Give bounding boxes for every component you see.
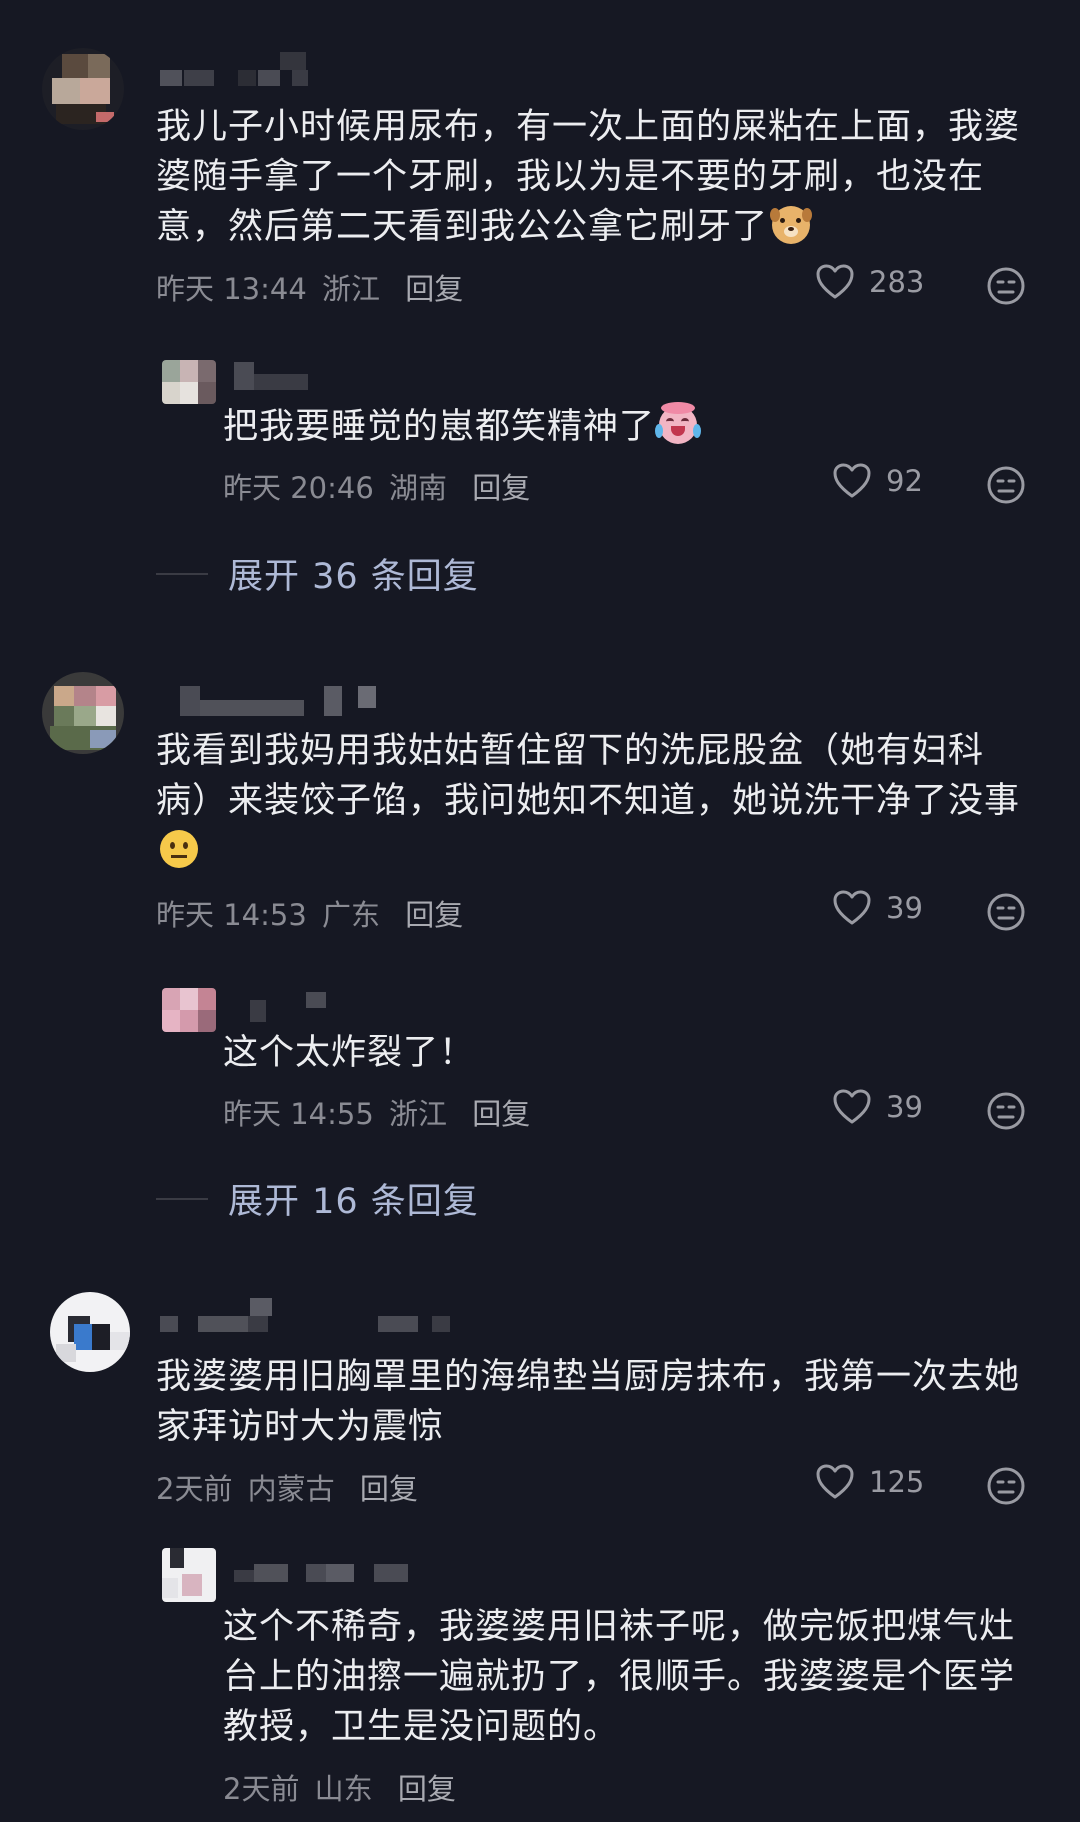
like-button[interactable]: 125 [815, 1463, 924, 1501]
reply-button[interactable]: 回复 [360, 1472, 418, 1506]
comment-time: 昨天 13:44 [156, 272, 307, 306]
meh-face-icon[interactable] [986, 266, 1026, 306]
laughing-crying-emoji [655, 402, 702, 444]
like-count: 125 [869, 1465, 925, 1499]
comment-location: 广东 [322, 898, 381, 932]
like-count: 39 [886, 1090, 923, 1124]
reply-username-blurred[interactable] [234, 362, 308, 390]
comment-text: 我看到我妈用我姑姑暂住留下的洗屁股盆（她有妇科病）来装饺子馅，我问她知不知道，她… [156, 726, 1036, 876]
heart-outline-icon [816, 1464, 854, 1499]
expand-replies-button[interactable]: 展开 36 条回复 [156, 548, 479, 599]
comment-text: 我儿子小时候用尿布，有一次上面的屎粘在上面，我婆婆随手拿了一个牙刷，我以为是不要… [156, 107, 1021, 247]
heart-outline-icon [833, 463, 871, 498]
reply-button[interactable]: 回复 [472, 1097, 530, 1131]
expand-replies-label: 展开 16 条回复 [228, 1182, 479, 1222]
comment-meta: 2天前 内蒙古 回复 [156, 1466, 418, 1508]
reply-button[interactable]: 回复 [405, 898, 463, 932]
like-count: 92 [886, 464, 923, 498]
reply-avatar[interactable] [162, 360, 216, 404]
reply-location: 山东 [314, 1772, 373, 1806]
comment-location: 内蒙古 [247, 1472, 335, 1506]
like-button[interactable]: 39 [832, 889, 923, 927]
meh-face-icon[interactable] [986, 1091, 1026, 1131]
comment-time: 昨天 14:53 [156, 898, 307, 932]
neutral-face-emoji [160, 830, 198, 868]
like-button[interactable]: 283 [815, 263, 924, 301]
reply-time: 2天前 [223, 1772, 300, 1806]
reply-username-blurred[interactable] [234, 1564, 454, 1582]
expand-replies-button[interactable]: 展开 16 条回复 [156, 1173, 479, 1224]
username-blurred-top [250, 1298, 272, 1316]
comment-meta: 昨天 14:53 广东 回复 [156, 892, 463, 934]
username-blurred[interactable] [180, 686, 380, 716]
username-blurred[interactable] [160, 70, 310, 86]
comment-time: 2天前 [156, 1472, 233, 1506]
reply-username-blurred[interactable] [250, 992, 330, 1022]
reply-meta: 昨天 14:55 浙江 回复 [223, 1091, 530, 1133]
reply-text: 把我要睡觉的崽都笑精神了 [223, 402, 1033, 452]
expand-divider [156, 1197, 208, 1200]
comment-text: 我婆婆用旧胸罩里的海绵垫当厨房抹布，我第一次去她家拜访时大为震惊 [156, 1357, 1021, 1447]
reply-avatar[interactable] [162, 988, 216, 1032]
reply-meta: 2天前 山东 回复 [223, 1766, 456, 1808]
reply-button[interactable]: 回复 [405, 272, 463, 306]
meh-face-icon[interactable] [986, 465, 1026, 505]
expand-divider [156, 572, 208, 575]
reply-button[interactable]: 回复 [398, 1772, 456, 1806]
reply-avatar[interactable] [162, 1548, 216, 1602]
reply-meta: 昨天 20:46 湖南 回复 [223, 465, 530, 507]
like-button[interactable]: 39 [832, 1088, 923, 1126]
reply-button[interactable]: 回复 [472, 471, 530, 505]
meh-face-icon[interactable] [986, 892, 1026, 932]
like-count: 283 [869, 265, 925, 299]
reply-location: 浙江 [389, 1097, 448, 1131]
heart-outline-icon [833, 1089, 871, 1124]
heart-outline-icon [816, 264, 854, 299]
avatar[interactable] [42, 48, 124, 130]
avatar[interactable] [50, 1292, 130, 1372]
reply-time: 昨天 14:55 [223, 1097, 374, 1131]
username-blurred-top [280, 52, 306, 70]
comment-location: 浙江 [322, 272, 381, 306]
dog-face-emoji [770, 206, 813, 244]
username-blurred[interactable] [160, 1316, 450, 1332]
comment-meta: 昨天 13:44 浙江 回复 [156, 266, 463, 308]
reply-text: 这个太炸裂了！ [223, 1033, 476, 1073]
reply-text: 这个不稀奇，我婆婆用旧袜子呢，做完饭把煤气灶台上的油擦一遍就扔了，很顺手。我婆婆… [223, 1607, 1016, 1747]
reply-time: 昨天 20:46 [223, 471, 374, 505]
expand-replies-label: 展开 36 条回复 [228, 557, 479, 597]
meh-face-icon[interactable] [986, 1466, 1026, 1506]
heart-outline-icon [833, 890, 871, 925]
like-count: 39 [886, 891, 923, 925]
reply-location: 湖南 [389, 471, 448, 505]
like-button[interactable]: 92 [832, 462, 923, 500]
avatar[interactable] [42, 672, 124, 754]
